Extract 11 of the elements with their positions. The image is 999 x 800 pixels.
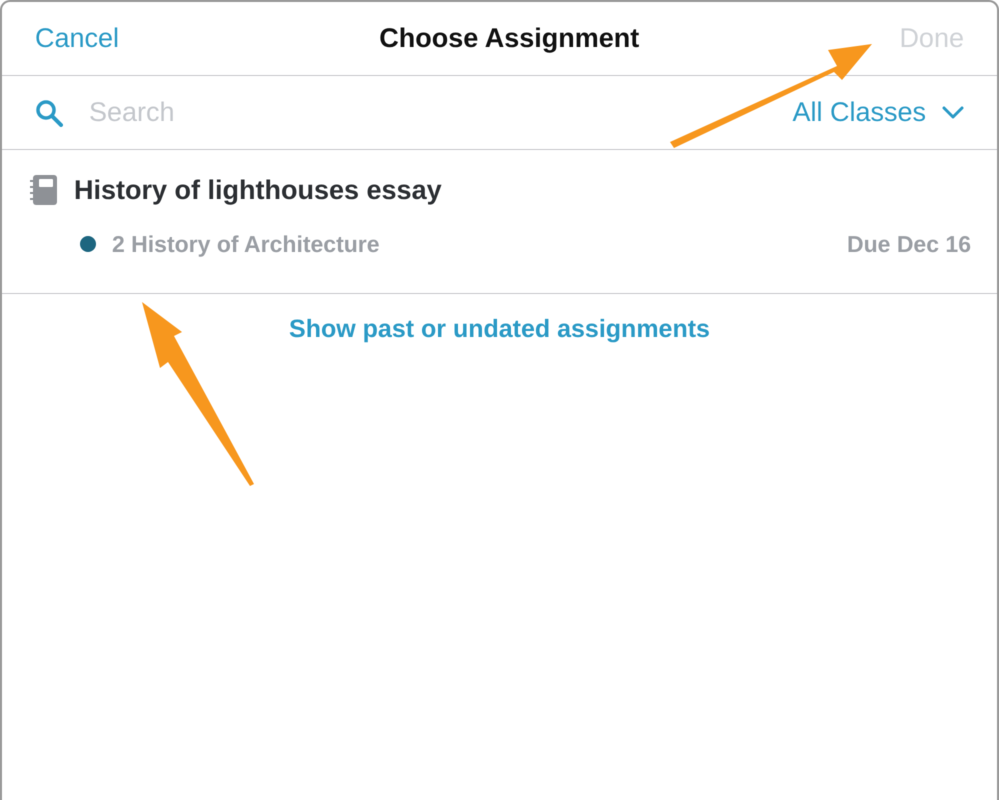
class-filter-dropdown[interactable]: All Classes: [792, 92, 964, 133]
dialog-title: Choose Assignment: [379, 22, 640, 56]
due-date: Due Dec 16: [846, 230, 971, 258]
notebook-icon: [30, 174, 58, 206]
cancel-button[interactable]: Cancel: [35, 18, 120, 59]
chevron-down-icon: [942, 106, 964, 120]
search-icon: [35, 98, 63, 126]
assignment-title: History of lighthouses essay: [74, 174, 442, 207]
class-name: 2 History of Architecture: [112, 230, 380, 259]
show-past-link[interactable]: Show past or undated assignments: [283, 310, 716, 350]
assignment-row[interactable]: History of lighthouses essay 2 History of Architecture Due Dec 16: [2, 150, 997, 294]
